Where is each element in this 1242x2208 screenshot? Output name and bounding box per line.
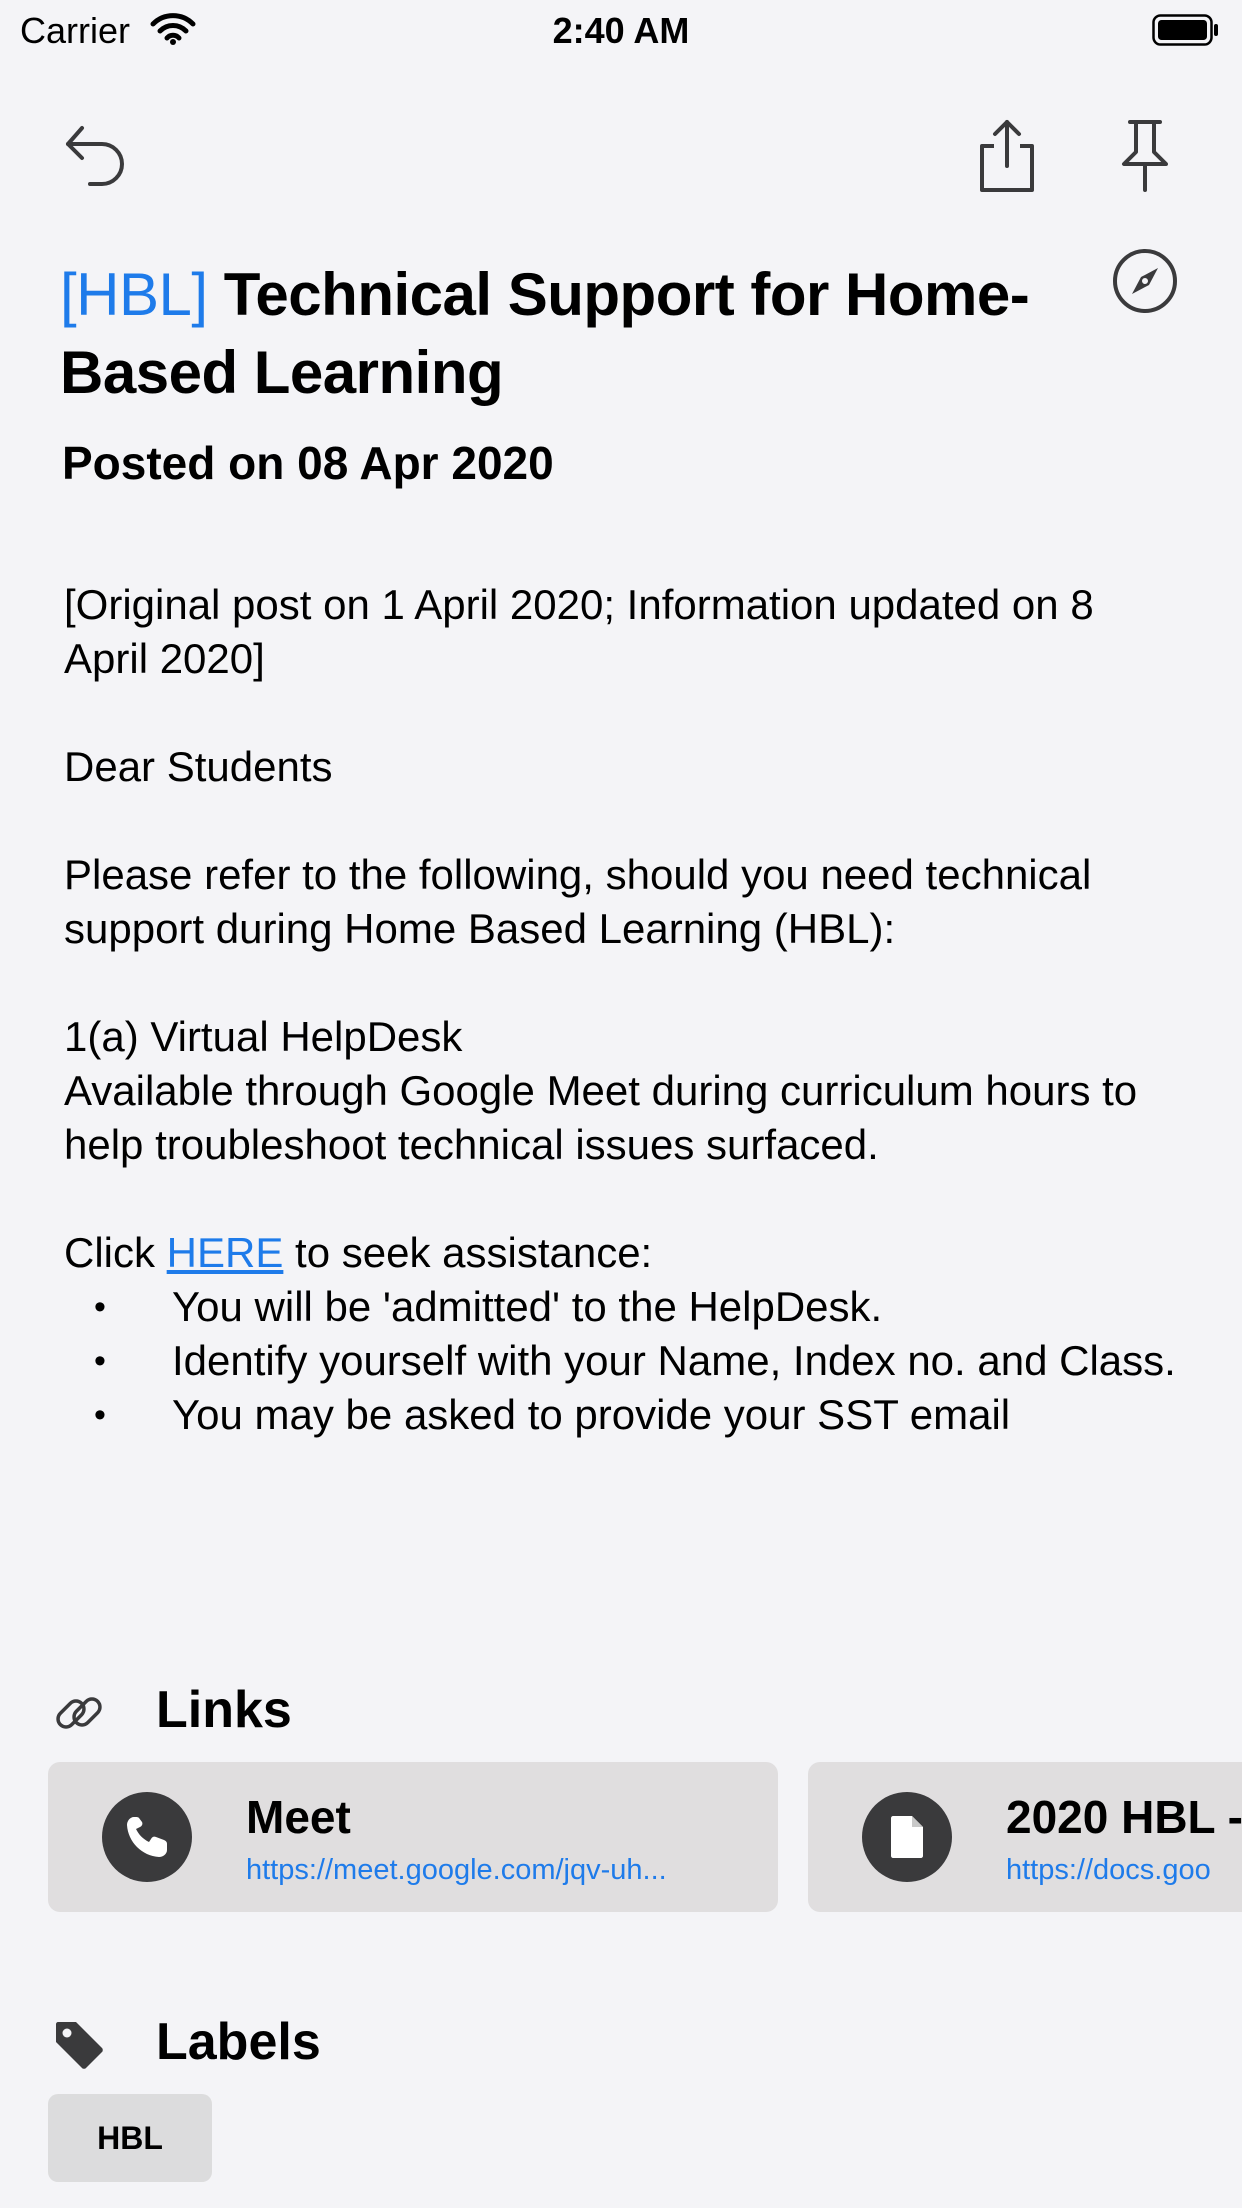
click-instruction: Click HERE to seek assistance: (64, 1226, 1184, 1280)
post-body: [Original post on 1 April 2020; Informat… (64, 578, 1184, 1442)
status-bar: Carrier 2:40 AM (0, 0, 1242, 62)
click-prefix: Click (64, 1229, 167, 1276)
back-button[interactable] (62, 120, 132, 190)
share-icon (980, 120, 1034, 192)
here-link[interactable]: HERE (167, 1229, 284, 1276)
document-icon (891, 1816, 923, 1858)
posted-date: Posted on 08 Apr 2020 (62, 437, 554, 489)
pin-button[interactable] (1110, 118, 1180, 194)
undo-arrow-icon (66, 126, 124, 186)
list-item: You will be 'admitted' to the HelpDesk. (94, 1280, 1184, 1334)
links-heading: Links (156, 1681, 292, 1739)
update-note: [Original post on 1 April 2020; Informat… (64, 581, 1094, 682)
greeting: Dear Students (64, 743, 333, 790)
link-card-title: Meet (246, 1791, 351, 1843)
link-card-icon-circle (862, 1792, 952, 1882)
battery-icon (1152, 14, 1218, 46)
open-in-browser-button[interactable] (1110, 246, 1180, 316)
list-item: You may be asked to provide your SST ema… (94, 1388, 1184, 1442)
link-card-meet[interactable]: Meet https://meet.google.com/jqv-uh... (48, 1762, 778, 1912)
click-suffix: to seek assistance: (283, 1229, 653, 1276)
helpdesk-heading: 1(a) Virtual HelpDesk (64, 1013, 463, 1060)
label-chip[interactable]: HBL (48, 2094, 212, 2182)
helpdesk-description: Available through Google Meet during cur… (64, 1067, 1138, 1168)
link-card-url: https://meet.google.com/jqv-uh... (246, 1854, 667, 1886)
link-card-url: https://docs.goo (1006, 1854, 1211, 1886)
compass-icon (1113, 249, 1177, 313)
clock: 2:40 AM (552, 10, 690, 51)
list-item: Identify yourself with your Name, Index … (94, 1334, 1184, 1388)
link-card-icon-circle (102, 1792, 192, 1882)
instruction-list: You will be 'admitted' to the HelpDesk. … (64, 1280, 1184, 1442)
link-icon (56, 1697, 102, 1729)
share-button[interactable] (972, 118, 1042, 194)
pushpin-icon (1122, 120, 1168, 192)
links-carousel[interactable]: Meet https://meet.google.com/jqv-uh... 2… (48, 1762, 1242, 1914)
page-title: [HBL] Technical Support for Home-Based L… (60, 256, 1100, 412)
intro-paragraph: Please refer to the following, should yo… (64, 851, 1092, 952)
labels-heading: Labels (156, 2013, 321, 2071)
link-card-title: 2020 HBL - (1006, 1791, 1242, 1843)
phone-icon (127, 1817, 167, 1857)
link-card-hbl-doc[interactable]: 2020 HBL - https://docs.goo (808, 1762, 1242, 1912)
tag-icon (56, 2022, 103, 2069)
title-tag: [HBL] (60, 261, 208, 328)
